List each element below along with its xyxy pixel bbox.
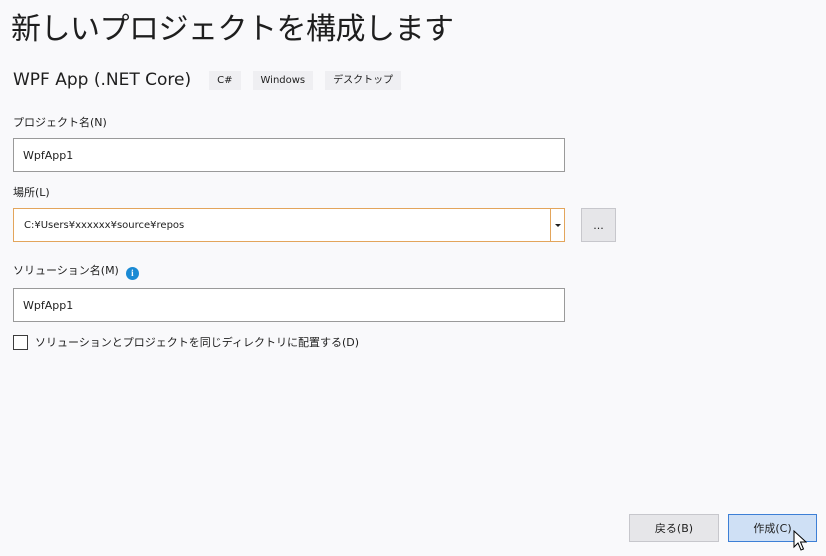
project-name-label: プロジェクト名(N) [13,116,107,129]
same-directory-checkbox[interactable] [13,334,28,350]
mouse-pointer-icon [793,530,807,551]
same-directory-option[interactable]: ソリューションとプロジェクトを同じディレクトリに配置する(D) [13,334,359,350]
location-value[interactable]: C:¥Users¥xxxxxx¥source¥repos [14,209,550,241]
location-label: 場所(L) [13,186,50,199]
tag-project-type: デスクトップ [325,70,402,90]
browse-button[interactable]: ... [581,208,616,242]
tag-platform: Windows [252,70,314,90]
configure-project-page: 新しいプロジェクトを構成します WPF App (.NET Core) C# W… [0,0,826,556]
template-name: WPF App (.NET Core) [13,70,192,90]
project-name-input[interactable] [13,138,565,172]
solution-name-label: ソリューション名(M) [13,264,119,277]
location-dropdown-button[interactable] [550,209,564,241]
same-directory-label: ソリューションとプロジェクトを同じディレクトリに配置する(D) [35,336,360,349]
info-icon[interactable]: i [125,266,139,280]
location-combobox[interactable]: C:¥Users¥xxxxxx¥source¥repos [13,208,565,242]
solution-name-input[interactable] [13,288,565,322]
tag-language: C# [209,70,241,90]
template-info: WPF App (.NET Core) C# Windows デスクトップ [13,70,413,90]
chevron-down-icon [554,223,561,227]
back-button[interactable]: 戻る(B) [629,514,719,542]
page-title: 新しいプロジェクトを構成します [11,12,454,47]
solution-name-label-row: ソリューション名(M) i [13,262,139,280]
